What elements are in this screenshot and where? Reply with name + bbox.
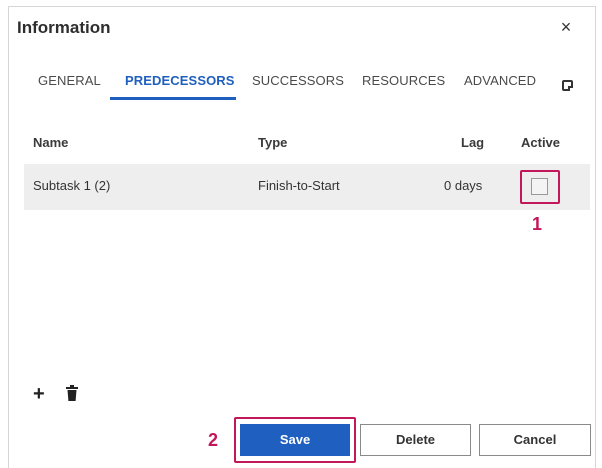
row-lag-cell: 0 days bbox=[444, 178, 483, 193]
tab-resources[interactable]: RESOURCES bbox=[362, 73, 445, 88]
annotation-marker-2: 2 bbox=[208, 430, 219, 450]
delete-button[interactable]: Delete bbox=[360, 424, 471, 456]
tab-successors[interactable]: SUCCESSORS bbox=[252, 73, 344, 88]
annotation-marker-1: 1 bbox=[532, 214, 543, 234]
add-icon[interactable]: + bbox=[33, 384, 45, 404]
column-header-name: Name bbox=[33, 135, 69, 150]
save-button[interactable]: Save bbox=[240, 424, 350, 456]
column-header-active: Active bbox=[521, 135, 561, 150]
column-header-lag: Lag bbox=[461, 135, 485, 150]
trash-icon[interactable] bbox=[66, 385, 78, 401]
row-type-cell: Finish-to-Start bbox=[258, 178, 340, 193]
tab-predecessors[interactable]: PREDECESSORS bbox=[125, 73, 235, 88]
cancel-button[interactable]: Cancel bbox=[479, 424, 591, 456]
note-icon[interactable] bbox=[562, 80, 573, 91]
row-name-cell: Subtask 1 (2) bbox=[33, 178, 111, 193]
tab-advanced[interactable]: ADVANCED bbox=[464, 73, 536, 88]
active-tab-indicator bbox=[110, 97, 236, 100]
tab-general[interactable]: GENERAL bbox=[38, 73, 101, 88]
highlight-box-1 bbox=[520, 170, 560, 204]
column-header-type: Type bbox=[258, 135, 288, 150]
dialog-title: Information bbox=[17, 18, 111, 37]
close-icon[interactable]: × bbox=[556, 17, 576, 37]
